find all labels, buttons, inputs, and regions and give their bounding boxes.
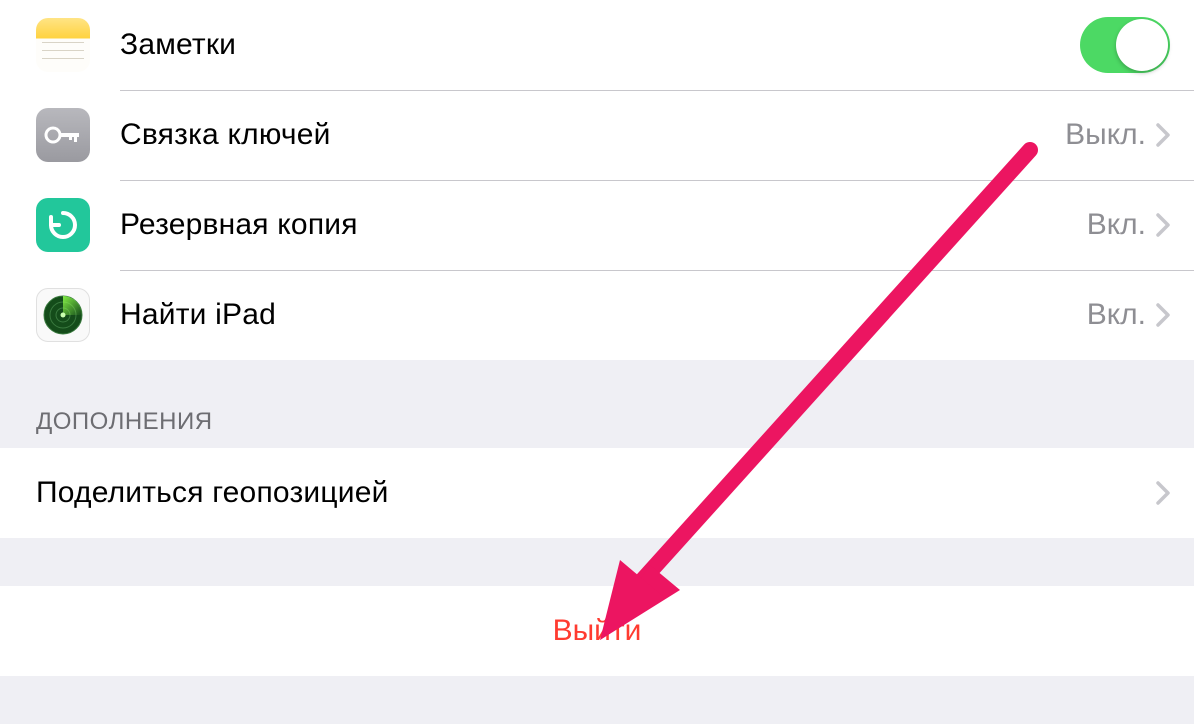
radar-icon — [41, 293, 85, 337]
section-header-extras: ДОПОЛНЕНИЯ — [0, 360, 1194, 448]
chevron-right-icon — [1156, 481, 1170, 505]
row-share-location[interactable]: Поделиться геопозицией — [0, 448, 1194, 538]
row-find-label: Найти iPad — [120, 298, 1087, 332]
keychain-icon — [36, 108, 90, 162]
chevron-right-icon — [1156, 123, 1170, 147]
find-ipad-icon — [36, 288, 90, 342]
settings-group-extras: Поделиться геопозицией — [0, 448, 1194, 538]
signout-button[interactable]: Выйти — [0, 586, 1194, 676]
row-notes[interactable]: Заметки — [0, 0, 1194, 90]
row-backup[interactable]: Резервная копия Вкл. — [0, 180, 1194, 270]
chevron-right-icon — [1156, 213, 1170, 237]
spacer — [0, 538, 1194, 586]
settings-group-signout: Выйти — [0, 586, 1194, 676]
toggle-knob — [1116, 19, 1168, 71]
key-icon — [44, 126, 82, 144]
row-find-detail: Вкл. — [1087, 298, 1146, 332]
settings-group-services: Заметки Связка ключей Выкл. Резе — [0, 0, 1194, 360]
row-notes-label: Заметки — [120, 28, 1080, 62]
chevron-right-icon — [1156, 303, 1170, 327]
row-share-location-label: Поделиться геопозицией — [36, 476, 1156, 510]
restore-arrow-icon — [43, 205, 83, 245]
row-keychain[interactable]: Связка ключей Выкл. — [0, 90, 1194, 180]
row-keychain-detail: Выкл. — [1065, 118, 1146, 152]
row-find-ipad[interactable]: Найти iPad Вкл. — [0, 270, 1194, 360]
backup-icon — [36, 198, 90, 252]
notes-icon — [36, 18, 90, 72]
signout-label: Выйти — [553, 614, 642, 648]
notes-toggle[interactable] — [1080, 17, 1170, 73]
row-keychain-label: Связка ключей — [120, 118, 1065, 152]
row-backup-detail: Вкл. — [1087, 208, 1146, 242]
row-backup-label: Резервная копия — [120, 208, 1087, 242]
